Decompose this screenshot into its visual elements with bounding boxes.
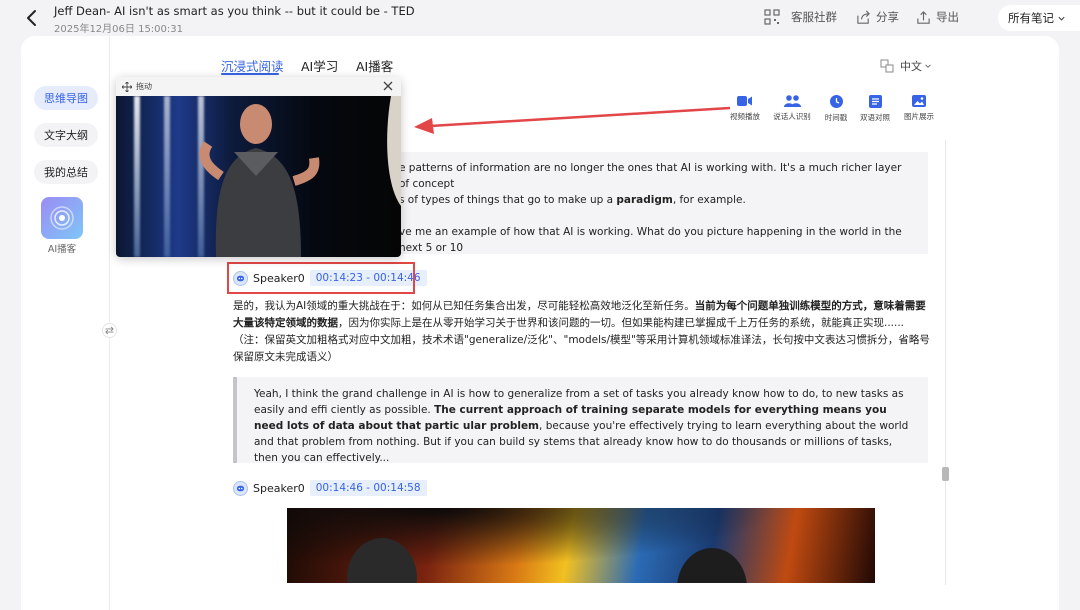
share-button[interactable]: 分享 <box>856 9 899 25</box>
move-icon <box>122 81 132 92</box>
speaker-header: Speaker0 00:14:46 - 00:14:58 <box>233 480 427 496</box>
bilingual-icon <box>868 95 882 108</box>
video-frame-image <box>287 508 875 583</box>
all-notes-button[interactable]: 所有笔记 <box>998 5 1080 31</box>
share-label: 分享 <box>876 10 899 24</box>
speaker-name: Speaker0 <box>253 481 305 495</box>
speakers-icon <box>783 95 801 107</box>
toolbar-label: 时间戳 <box>824 113 848 122</box>
player-drag-handle[interactable]: 拖动 <box>116 77 401 96</box>
sidebar-item-mindmap[interactable]: 思维导图 <box>34 86 98 110</box>
video-icon <box>737 96 752 106</box>
drag-label: 拖动 <box>136 82 152 91</box>
ai-podcast-button[interactable] <box>41 197 83 239</box>
scrollbar-track <box>945 140 946 585</box>
highlight-box <box>227 262 415 294</box>
top-bar: Jeff Dean- AI isn't as smart as you thin… <box>0 0 1080 36</box>
export-label: 导出 <box>936 10 959 24</box>
timestamp-button[interactable]: 时间戳 <box>814 95 858 123</box>
chevron-down-icon <box>925 64 931 68</box>
tab-ai-podcast[interactable]: AI播客 <box>356 56 393 75</box>
bilingual-button[interactable]: 双语对照 <box>853 95 897 123</box>
export-button[interactable]: 导出 <box>916 9 959 25</box>
active-tab-indicator <box>221 73 279 75</box>
floating-video-player[interactable]: 拖动 <box>116 77 401 257</box>
chevron-down-icon <box>1058 16 1065 21</box>
close-icon[interactable] <box>382 80 394 92</box>
sidebar-item-summary[interactable]: 我的总结 <box>34 160 98 184</box>
chinese-translation: 是的，我认为AI领域的重大挑战在于：如何从已知任务集合出发，尽可能轻松高效地泛化… <box>233 300 930 363</box>
document-title: Jeff Dean- AI isn't as smart as you thin… <box>54 4 415 18</box>
ai-podcast-label: AI播客 <box>47 244 77 255</box>
image-icon <box>912 95 926 107</box>
language-label: 中文 <box>900 60 922 73</box>
speaker-avatar-icon <box>233 480 248 496</box>
language-select[interactable]: 中文 <box>880 58 932 74</box>
timestamp-link[interactable]: 00:14:46 - 00:14:58 <box>309 480 427 496</box>
service-group-button[interactable]: 客服社群 <box>764 9 837 25</box>
swap-icon[interactable]: ⇄ <box>102 323 117 338</box>
export-icon <box>917 10 930 24</box>
back-icon[interactable] <box>22 8 42 28</box>
sidebar-item-outline[interactable]: 文字大纲 <box>34 123 98 147</box>
translate-icon <box>880 59 894 73</box>
qr-icon <box>764 9 780 25</box>
english-quote-block: Yeah, I think the grand challenge in AI … <box>233 377 928 464</box>
share-icon <box>857 10 870 24</box>
tab-ai-learning[interactable]: AI学习 <box>301 56 338 75</box>
video-frame[interactable] <box>116 96 401 257</box>
scrollbar-thumb[interactable] <box>942 467 949 481</box>
toolbar-label: 图片展示 <box>904 112 934 121</box>
annotation-arrow <box>414 106 731 134</box>
all-notes-label: 所有笔记 <box>1008 11 1054 25</box>
toolbar-label: 双语对照 <box>860 113 890 122</box>
podcast-icon <box>50 206 74 230</box>
image-display-button[interactable]: 图片展示 <box>897 95 941 122</box>
speaker-figure <box>199 96 401 257</box>
document-date: 2025年12月06日 15:00:31 <box>54 24 183 35</box>
service-group-label: 客服社群 <box>791 10 837 24</box>
clock-icon <box>829 95 843 108</box>
speaker-recognition-button[interactable]: 说话人识别 <box>770 95 814 122</box>
toolbar-label: 说话人识别 <box>773 112 811 121</box>
content-scrollbar[interactable] <box>942 140 950 585</box>
